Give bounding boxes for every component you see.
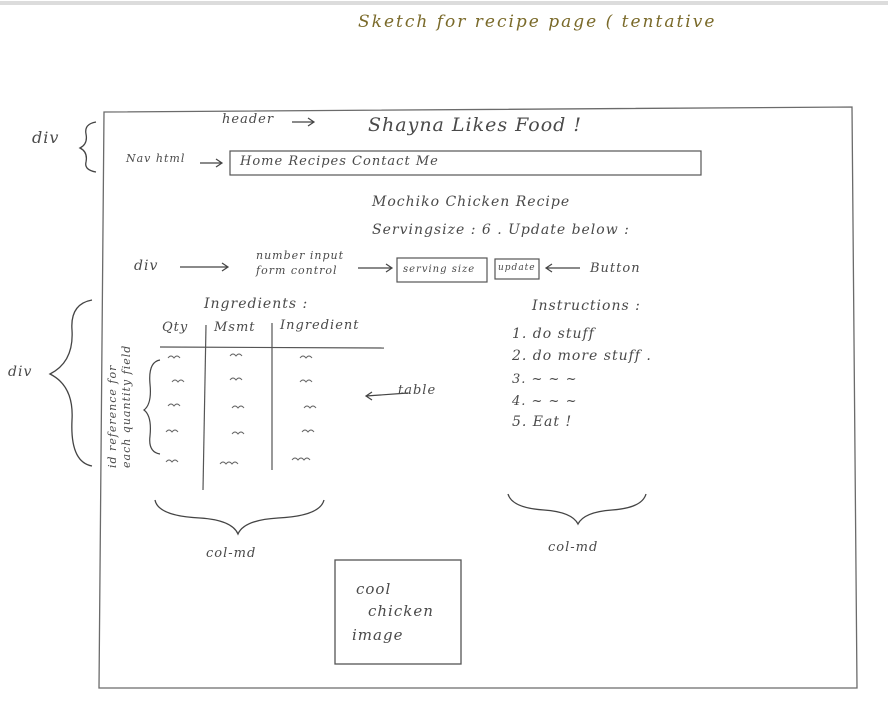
column-header-ingredient: Ingredient <box>280 318 360 333</box>
instruction-step-1: 1. do stuff <box>512 326 595 342</box>
brace-col-left <box>154 499 325 536</box>
column-header-qty: Qty <box>162 320 189 335</box>
annotation-button: Button <box>590 261 641 276</box>
annotation-div-top: div <box>32 128 60 147</box>
arrow-header <box>292 117 316 127</box>
brace-top <box>78 121 97 173</box>
annotation-div-side: div <box>8 364 33 380</box>
annotation-form-control: form control <box>256 264 338 277</box>
annotation-col-md-right: col-md <box>548 540 599 555</box>
annotation-number-input: number input <box>256 249 345 262</box>
table-col-divider-1 <box>202 324 207 491</box>
instruction-step-2: 2. do more stuff . <box>512 348 652 364</box>
image-text-line-1: cool <box>356 580 392 598</box>
annotation-navhtml: Nav html <box>126 152 186 165</box>
instruction-step-5: 5. Eat ! <box>512 414 573 430</box>
brace-rows <box>143 359 161 455</box>
table-scribbles <box>165 353 317 465</box>
update-button[interactable]: update <box>498 263 536 273</box>
arrow-button <box>544 263 580 273</box>
annotation-div-mid: div <box>134 258 159 274</box>
annotation-id-reference-1: id reference for <box>106 364 119 468</box>
instructions-heading: Instructions : <box>532 298 641 314</box>
instruction-step-3: 3. ~ ~ ~ <box>512 372 578 387</box>
instruction-step-4: 4. ~ ~ ~ <box>512 394 578 409</box>
annotation-id-reference-2: each quantity field <box>120 344 133 468</box>
nav-links[interactable]: Home Recipes Contact Me <box>240 154 439 169</box>
arrow-input <box>358 263 394 273</box>
site-title: Shayna Likes Food ! <box>368 114 583 136</box>
recipe-title: Mochiko Chicken Recipe <box>372 194 571 210</box>
annotation-col-md-left: col-md <box>206 546 257 561</box>
arrow-navhtml <box>200 158 224 168</box>
annotation-header: header <box>222 112 275 127</box>
annotation-table: table <box>398 383 437 398</box>
arrow-div <box>180 262 230 272</box>
image-text-line-2: chicken <box>368 602 434 620</box>
ingredients-heading: Ingredients : <box>204 296 309 312</box>
sketch-title: Sketch for recipe page ( tentative <box>358 12 717 32</box>
image-text-line-3: image <box>352 626 404 644</box>
sketch-lines <box>0 1 888 689</box>
serving-size-input[interactable]: serving size <box>403 264 475 275</box>
brace-col-right <box>507 493 647 526</box>
column-header-msmt: Msmt <box>214 320 256 335</box>
brace-side <box>48 299 93 467</box>
serving-size-text: Servingsize : 6 . Update below : <box>372 222 630 238</box>
